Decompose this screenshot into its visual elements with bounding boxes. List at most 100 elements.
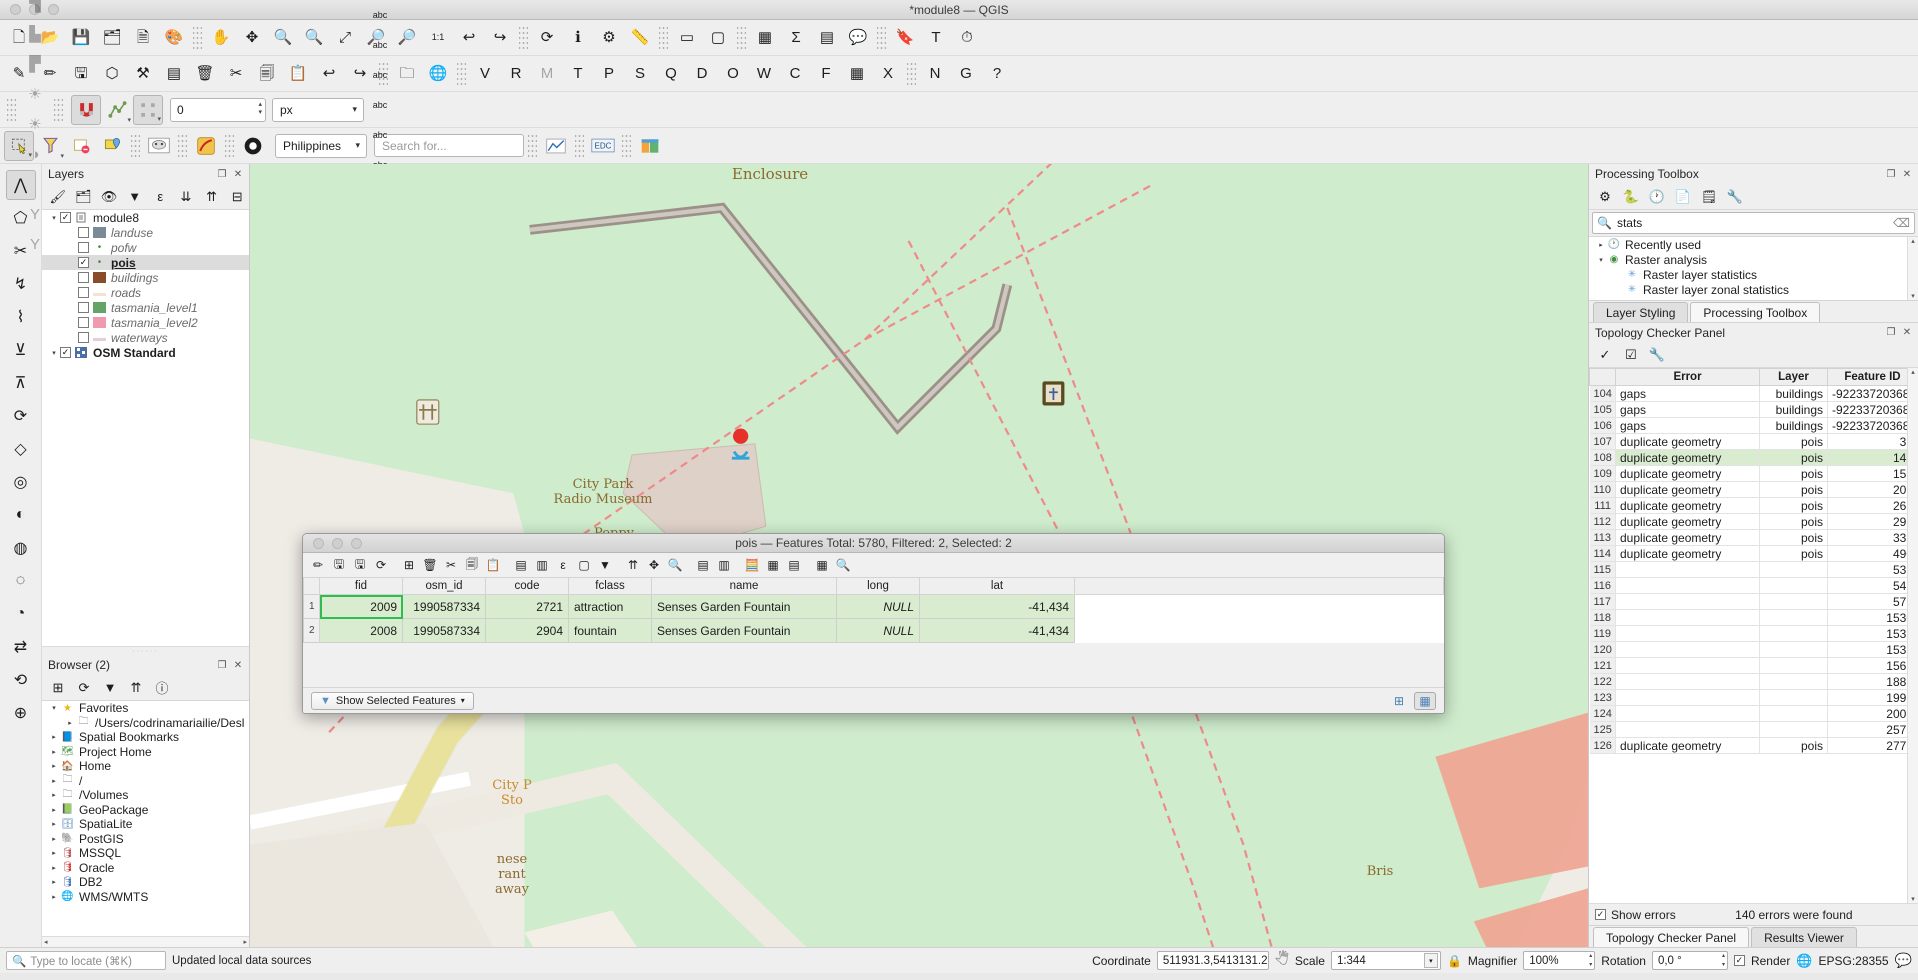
add-wcs-icon[interactable]: C (780, 59, 810, 89)
copy-icon[interactable]: 🗐 (462, 555, 482, 575)
add-spatialite-icon[interactable]: S (625, 59, 655, 89)
rotate-feature-icon[interactable]: ⟳ (6, 401, 36, 431)
select-features-icon[interactable]: ▭ (672, 23, 702, 53)
fid-cell[interactable]: 2009 (319, 594, 403, 619)
measure-icon[interactable] (191, 131, 221, 161)
table-row[interactable]: 121 1561 (1589, 657, 1918, 674)
reload-table-icon[interactable]: 🖫 (350, 555, 370, 575)
search-input[interactable]: Search for... (374, 134, 524, 157)
new-shapefile-icon[interactable]: N (920, 59, 950, 89)
add-wfs-icon[interactable]: F (811, 59, 841, 89)
chevron-down-icon[interactable]: ▾ (127, 117, 131, 124)
osm-id-cell[interactable]: 1990587334 (402, 594, 486, 619)
magnet-icon[interactable] (71, 94, 101, 125)
save-edits-icon[interactable]: 🖫 (329, 555, 349, 575)
invert-selection-icon[interactable]: ▥ (532, 555, 552, 575)
code-cell[interactable]: 2721 (485, 594, 569, 619)
undock-icon[interactable]: ❐ (1884, 168, 1898, 181)
expander-icon[interactable]: ▸ (48, 733, 60, 741)
digitize-line-icon[interactable]: ⋀ (5, 170, 36, 200)
browser-item-geopackage[interactable]: ▸ 📗 GeoPackage (42, 803, 249, 818)
name-cell[interactable]: Senses Garden Fountain (651, 618, 837, 643)
zoom-to-layer-icon[interactable]: 🔎 (392, 23, 422, 53)
long-cell[interactable]: NULL (836, 594, 920, 619)
topology-errors-table[interactable]: Error Layer Feature ID 104 gaps buildings -92… (1589, 368, 1918, 754)
mesh-calculator-icon[interactable]: abc (365, 1, 395, 31)
data-source-manager-icon[interactable]: 🌐 (423, 59, 453, 89)
close-icon[interactable]: ✕ (1900, 168, 1914, 181)
select-by-expression-icon[interactable]: ε (553, 555, 573, 575)
pan-to-selection-icon[interactable]: ✥ (237, 23, 267, 53)
fclass-cell[interactable]: fountain (568, 618, 652, 643)
table-row[interactable]: 113 duplicate geometry pois 332 (1589, 529, 1918, 546)
expander-icon[interactable]: ▸ (48, 791, 60, 799)
table-row[interactable]: 107duplicate geometrypois31 (1589, 433, 1918, 450)
reverse-line-icon[interactable]: ⇄ (6, 632, 36, 662)
expander-icon[interactable]: ▾ (48, 704, 60, 712)
layer-item-waterways[interactable]: waterways (42, 330, 249, 345)
manage-visibility-icon[interactable]: 👁 (97, 186, 121, 208)
open-field-calculator-icon[interactable]: 🧮 (742, 555, 762, 575)
run-feature-action-icon[interactable]: ⚙ (594, 23, 624, 53)
save-project-as-icon[interactable]: 🗂 (97, 23, 127, 53)
stepper-arrows[interactable]: ▴ ▾ (1722, 952, 1725, 970)
panel-splitter[interactable]: ······ (42, 646, 249, 655)
add-oracle-icon[interactable]: O (718, 59, 748, 89)
style-manager-icon[interactable]: 🎨 (159, 23, 189, 53)
options-icon[interactable]: 🔧 (1723, 186, 1747, 208)
tab-layer-styling[interactable]: Layer Styling (1593, 302, 1689, 322)
add-postgis-icon[interactable]: P (594, 59, 624, 89)
add-layer-icon[interactable]: 🗀 (392, 59, 422, 89)
layer-item-tasmania-level1[interactable]: tasmania_level1 (42, 300, 249, 315)
add-xyz-icon[interactable]: X (873, 59, 903, 89)
temporal-controller-icon[interactable]: ⏱ (952, 23, 982, 53)
table-row[interactable]: 109 duplicate geometry pois 156 (1589, 465, 1918, 482)
chevron-down-icon[interactable]: ▾ (1423, 953, 1438, 968)
locator-input[interactable]: 🔍 Type to locate (⌘K) (6, 951, 166, 970)
mask-icon[interactable] (144, 131, 174, 161)
browser-item--volumes[interactable]: ▸ 🗀 /Volumes (42, 788, 249, 803)
lat-cell[interactable]: -41,434 (919, 594, 1075, 619)
layer-visibility-checkbox[interactable] (78, 317, 89, 328)
cut-icon[interactable]: ✂ (441, 555, 461, 575)
pan-to-selected-icon[interactable]: ✥ (644, 555, 664, 575)
results-icon[interactable]: 📄 (1671, 186, 1695, 208)
table-row[interactable]: 1 2009 1990587334 2721 attraction Senses Gard… (303, 594, 1444, 619)
copy-features-icon[interactable]: 🗐 (252, 59, 282, 89)
plot-icon[interactable] (541, 131, 571, 161)
delete-selected-icon[interactable]: 🗑 (420, 555, 440, 575)
delete-part-icon[interactable]: ◔ (6, 599, 36, 629)
browser-item-spatial-bookmarks[interactable]: ▸ 📘 Spatial Bookmarks (42, 730, 249, 745)
expander-icon[interactable]: ▾ (48, 349, 60, 357)
properties-icon[interactable]: ⓘ (150, 677, 174, 699)
table-row[interactable]: 108 duplicate geometry pois 141 (1589, 449, 1918, 466)
conditional-format-icon[interactable]: ▦ (763, 555, 783, 575)
zoom-out-icon[interactable]: 🔍 (299, 23, 329, 53)
save-project-icon[interactable]: 💾 (66, 23, 96, 53)
undock-icon[interactable]: ❐ (215, 168, 229, 181)
layer-visibility-checkbox[interactable]: ✓ (60, 347, 71, 358)
browser-item-wms-wmts[interactable]: ▸ 🌐 WMS/WMTS (42, 890, 249, 905)
form-view-toggle-icon[interactable]: ⊞ (1388, 692, 1410, 710)
show-selected-features-button[interactable]: ▼ Show Selected Features ▾ (311, 691, 474, 710)
layer-item-roads[interactable]: roads (42, 285, 249, 300)
python-scripts-icon[interactable]: 🐍 (1619, 186, 1643, 208)
topology-errors-table-wrap[interactable]: Error Layer Feature ID 104 gaps buildings -92… (1589, 368, 1918, 903)
snapping-options-icon[interactable]: ▾ (133, 94, 163, 125)
tab-processing-toolbox[interactable]: Processing Toolbox (1690, 302, 1821, 322)
long-cell[interactable]: NULL (836, 618, 920, 643)
browser-item-oracle[interactable]: ▸ 🛢 Oracle (42, 861, 249, 876)
scale-select[interactable]: 1:344 ▾ (1330, 951, 1441, 970)
table-row[interactable]: 2 2008 1990587334 2904 fountain Senses Garden… (303, 618, 1444, 643)
delete-field-icon[interactable]: ▥ (714, 555, 734, 575)
processing-item-raster-layer-zonal-statistics[interactable]: ✳ Raster layer zonal statistics (1589, 282, 1918, 297)
country-select[interactable]: Philippines (275, 133, 367, 158)
select-by-location-icon[interactable] (97, 131, 127, 161)
offset-curve-icon[interactable]: ⌇ (6, 302, 36, 332)
collapse-all-icon[interactable]: ⇈ (200, 186, 224, 208)
form-view-icon[interactable]: 🔍 (833, 555, 853, 575)
name-cell[interactable]: Senses Garden Fountain (651, 594, 837, 619)
browser-item-spatialite[interactable]: ▸ 🗄 SpatiaLite (42, 817, 249, 832)
show-hide-labels-icon[interactable]: abc (365, 91, 395, 121)
paste-icon[interactable]: 📋 (483, 555, 503, 575)
